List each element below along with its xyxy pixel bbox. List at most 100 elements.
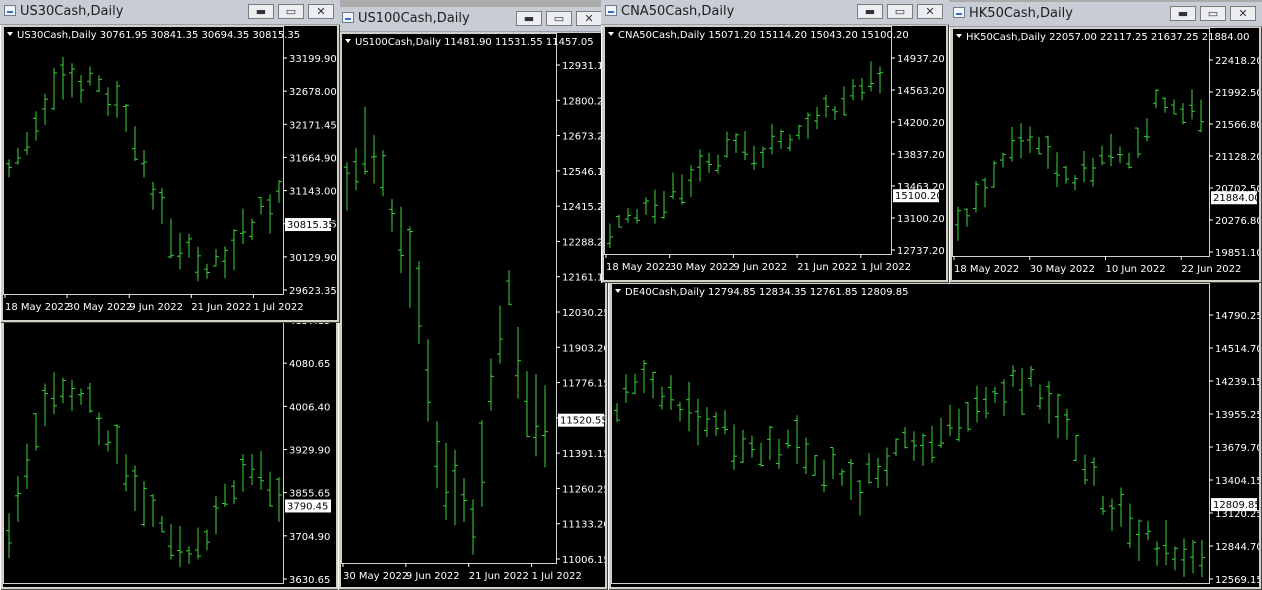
ohlc-bar	[1072, 175, 1078, 191]
plot-frame	[952, 28, 1210, 257]
date-tick-label: 22 Jun 2022	[1181, 264, 1241, 275]
ohlc-bar	[141, 481, 147, 527]
ohlc-bar	[479, 419, 485, 507]
ohlc-bar	[213, 495, 219, 535]
ohlc-bar	[204, 529, 210, 551]
price-tick-label: 12569.15	[1215, 575, 1259, 586]
window-titlebar[interactable]: HK50Cash,Daily ▬ ▭ ✕	[949, 2, 1262, 27]
ohlc-bar	[33, 111, 39, 141]
chart-window-icon	[4, 5, 16, 16]
minimize-button[interactable]: ▬	[248, 4, 274, 19]
ohlc-bar	[159, 187, 165, 225]
ohlc-bar	[659, 386, 665, 410]
current-price-label: 15100.20	[895, 191, 943, 202]
price-tick-label: 14239.15	[1215, 377, 1259, 388]
ohlc-bar	[51, 67, 57, 110]
current-price-label: 21884.00	[1213, 193, 1259, 204]
ohlc-bar	[947, 404, 953, 437]
ohlc-bar	[123, 103, 129, 132]
close-button[interactable]: ✕	[917, 4, 943, 19]
price-tick-label: 12288.20	[562, 237, 605, 248]
ohlc-bar	[965, 402, 971, 432]
ohlc-bar	[1018, 123, 1024, 159]
collapse-triangle-icon[interactable]	[345, 39, 351, 43]
window-titlebar[interactable]: US100Cash,Daily ▬ ▭ ✕	[338, 7, 608, 32]
date-tick-label: 9 Jun 2022	[129, 302, 183, 313]
price-tick-label: 30129.90	[289, 253, 337, 264]
ohlc-bar	[1063, 165, 1069, 184]
window-background-chart[interactable]: 4157.154080.654006.403929.903855.653704.…	[0, 305, 339, 590]
minimize-button[interactable]: ▬	[857, 4, 883, 19]
ohlc-bar	[78, 75, 84, 103]
ohlc-bar	[186, 233, 192, 258]
window-us100cash-daily[interactable]: US100Cash,Daily ▬ ▭ ✕ US100Cash,Daily 11…	[338, 7, 608, 590]
maximize-button[interactable]: ▭	[1200, 6, 1226, 21]
collapse-triangle-icon[interactable]	[615, 289, 621, 293]
ohlc-bar	[787, 134, 793, 152]
ohlc-bar	[258, 450, 264, 490]
window-us30cash-daily[interactable]: US30Cash,Daily ▬ ▭ ✕ US30Cash,Daily 3076…	[0, 0, 340, 323]
window-hk50cash-daily[interactable]: HK50Cash,Daily ▬ ▭ ✕ HK50Cash,Daily 2205…	[949, 2, 1262, 283]
ohlc-bar	[1064, 408, 1070, 440]
ohlc-bar	[991, 160, 997, 188]
maximize-button[interactable]: ▭	[887, 4, 913, 19]
ohlc-bar	[814, 106, 820, 130]
price-tick-label: 33199.90	[289, 54, 337, 65]
chart-area[interactable]: 4157.154080.654006.403929.903855.653704.…	[3, 308, 336, 587]
ohlc-bar	[60, 377, 66, 404]
minimize-button[interactable]: ▬	[1170, 6, 1196, 21]
minimize-button[interactable]: ▬	[516, 11, 542, 26]
ohlc-bar	[973, 181, 979, 213]
chart-window-icon	[953, 7, 965, 18]
collapse-triangle-icon[interactable]	[7, 32, 13, 36]
ohlc-bar	[114, 424, 120, 465]
ohlc-bar	[488, 358, 494, 411]
close-button[interactable]: ✕	[1230, 6, 1256, 21]
ohlc-bar	[1190, 539, 1196, 574]
chart-area[interactable]: US30Cash,Daily 30761.95 30841.35 30694.3…	[3, 26, 337, 320]
collapse-triangle-icon[interactable]	[956, 34, 962, 38]
ohlc-bar	[974, 385, 980, 423]
collapse-triangle-icon[interactable]	[608, 32, 614, 36]
ohlc-bar	[1019, 368, 1025, 415]
chart-area[interactable]: DE40Cash,Daily 12794.85 12834.35 12761.8…	[611, 283, 1259, 587]
maximize-button[interactable]: ▭	[278, 4, 304, 19]
window-titlebar[interactable]: CNA50Cash,Daily ▬ ▭ ✕	[601, 0, 949, 25]
date-tick-label: 30 May 2022	[1030, 264, 1095, 275]
ohlc-bar	[231, 480, 237, 504]
price-tick-label: 11391.15	[562, 449, 605, 460]
window-titlebar[interactable]: US30Cash,Daily ▬ ▭ ✕	[0, 0, 340, 25]
window-cna50cash-daily[interactable]: CNA50Cash,Daily ▬ ▭ ✕ CNA50Cash,Daily 15…	[601, 0, 949, 283]
ohlc-bar	[823, 95, 829, 118]
ohlc-bar	[497, 305, 503, 364]
ohlc-bar	[722, 410, 728, 435]
ohlc-bar	[751, 145, 757, 170]
ohlc-bar	[1117, 146, 1123, 164]
price-tick-label: 21128.20	[1215, 152, 1259, 163]
ohlc-bar	[186, 546, 192, 564]
chart-area[interactable]: CNA50Cash,Daily 15071.20 15114.20 15043.…	[604, 26, 946, 280]
close-button[interactable]: ✕	[308, 4, 334, 19]
ohlc-bar	[240, 454, 246, 492]
ohlc-bar	[839, 468, 845, 486]
ohlc-bar	[805, 112, 811, 139]
ohlc-bar	[195, 246, 201, 282]
window-de40cash-daily[interactable]: DE40Cash,Daily 12794.85 12834.35 12761.8…	[608, 280, 1262, 590]
ohlc-bar	[1181, 538, 1187, 577]
ohlc-bar	[758, 442, 764, 467]
ohlc-bar	[1073, 434, 1079, 462]
ohlc-bar	[695, 398, 701, 446]
ohlc-bar	[733, 132, 739, 153]
ohlc-bar	[506, 270, 512, 306]
close-button[interactable]: ✕	[576, 11, 602, 26]
ohlc-bar	[715, 154, 721, 174]
chart-area[interactable]: HK50Cash,Daily 22057.00 22117.25 21637.2…	[952, 28, 1259, 280]
window-title: CNA50Cash,Daily	[621, 4, 735, 19]
ohlc-bar	[6, 513, 12, 559]
chart-area[interactable]: US100Cash,Daily 11481.90 11531.55 11457.…	[341, 33, 605, 587]
maximize-button[interactable]: ▭	[546, 11, 572, 26]
ohlc-bar	[857, 479, 863, 516]
ohlc-bar	[1162, 97, 1168, 113]
ohlc-bar	[60, 56, 66, 100]
ohlc-bar	[832, 106, 838, 121]
